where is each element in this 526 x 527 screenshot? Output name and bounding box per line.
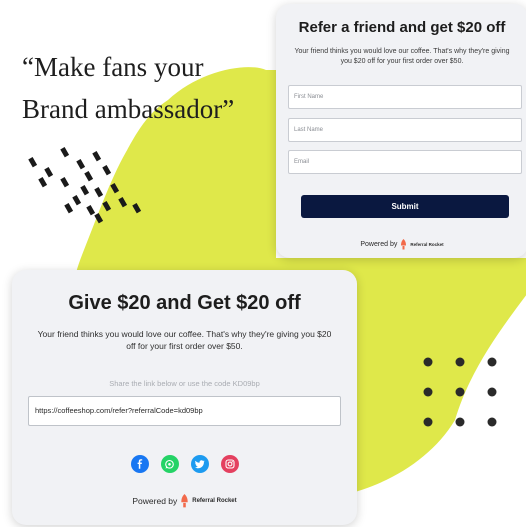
- share-rocket-icon: [181, 494, 188, 508]
- first-name-field[interactable]: First Name: [288, 85, 522, 109]
- share-card-subtitle: Your friend thinks you would love our co…: [37, 329, 332, 351]
- submit-button[interactable]: Submit: [301, 195, 509, 218]
- form-card-title: Refer a friend and get $20 off: [298, 19, 506, 36]
- powered-by-label: Powered by: [360, 241, 398, 248]
- share-card-title: Give $20 and Get $20 off: [68, 292, 301, 314]
- social-share-row: [12, 455, 357, 473]
- powered-by: Powered by Referral Rocket: [276, 239, 526, 250]
- share-hint: Share the link below or use the code KD0…: [109, 379, 260, 388]
- facebook-icon[interactable]: [130, 455, 149, 473]
- referral-form-card: Refer a friend and get $20 off Your frie…: [276, 4, 526, 258]
- twitter-icon[interactable]: [190, 455, 209, 473]
- last-name-field[interactable]: Last Name: [288, 118, 522, 142]
- share-brand-name: Referral Rocket: [192, 498, 237, 504]
- form-card-subtitle: Your friend thinks you would love our co…: [294, 48, 510, 65]
- referral-link-field[interactable]: https://coffeeshop.com/refer?referralCod…: [28, 396, 341, 426]
- brand-name: Referral Rocket: [410, 242, 444, 247]
- email-field[interactable]: Email: [288, 150, 522, 174]
- whatsapp-icon[interactable]: [160, 455, 179, 473]
- share-powered-by-label: Powered by: [132, 496, 178, 506]
- instagram-icon[interactable]: [220, 455, 239, 473]
- share-referral-card: Give $20 and Get $20 off Your friend thi…: [12, 270, 357, 525]
- rocket-icon: [401, 239, 407, 250]
- share-powered-by: Powered by Referral Rocket: [12, 494, 357, 508]
